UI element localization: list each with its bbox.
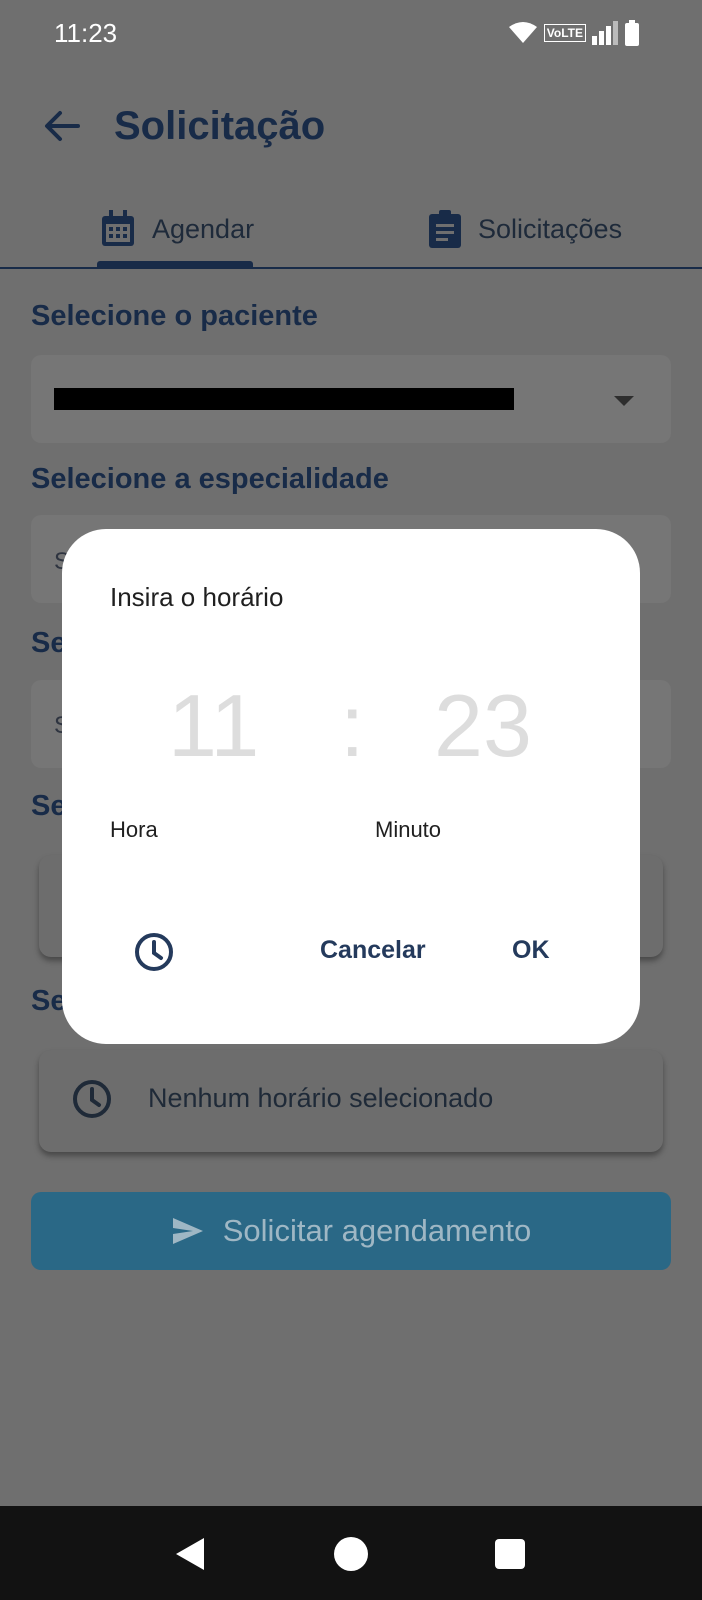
ok-button[interactable]: OK [512,936,550,965]
calendar-icon [102,210,134,246]
battery-icon [625,20,639,46]
nav-back-icon[interactable] [176,1538,204,1570]
specialty-label: Selecione a especialidade [31,463,389,495]
back-button[interactable] [38,102,86,150]
hour-input[interactable]: 11 [168,675,259,777]
clock-mode-icon[interactable] [134,932,174,972]
minute-label: Minuto [375,817,442,842]
wifi-icon [508,22,537,43]
clock-icon [73,1080,111,1118]
status-icons: VoLTE [508,20,640,46]
tab-agendar-label: Agendar [152,213,255,244]
redacted-patient-name [54,388,514,410]
page-title: Solicitação [114,104,326,148]
tab-solicitacoes-label: Solicitações [478,213,623,244]
dropdown-arrow-icon [614,396,634,406]
submit-label: Solicitar agendamento [222,1213,532,1248]
time-separator: : [340,676,365,775]
arrow-left-icon [45,111,80,141]
clipboard-icon [429,210,461,248]
tab-agendar[interactable]: Agendar [100,196,254,262]
status-time: 11:23 [54,18,118,48]
tab-solicitacoes[interactable]: Solicitações [428,196,622,262]
send-icon [172,1218,203,1244]
minute-input[interactable]: 23 [434,675,532,777]
cancel-button[interactable]: Cancelar [320,936,426,965]
dialog-title: Insira o horário [110,582,284,612]
patient-label: Selecione o paciente [31,300,318,332]
submit-button[interactable]: Solicitar agendamento [31,1192,671,1270]
nav-home-icon[interactable] [334,1537,368,1571]
time-card-text: Nenhum horário selecionado [148,1083,494,1113]
volte-badge: VoLTE [543,24,586,42]
hour-label: Hora [110,817,158,842]
tab-divider [0,267,702,269]
nav-recents-icon[interactable] [495,1539,525,1569]
signal-icon [592,21,618,45]
